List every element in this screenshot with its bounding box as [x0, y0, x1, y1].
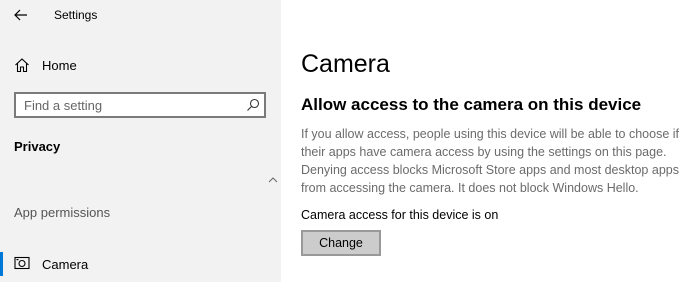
sidebar-item-label: Camera	[42, 257, 89, 272]
search-input[interactable]	[24, 97, 234, 113]
section-title: Privacy	[14, 139, 61, 154]
title-bar: Settings	[0, 0, 281, 30]
section-heading: Allow access to the camera on this devic…	[301, 95, 642, 114]
group-label: App permissions	[14, 205, 111, 220]
home-icon	[15, 58, 29, 73]
app-title: Settings	[54, 8, 98, 22]
back-button[interactable]	[8, 3, 34, 27]
camera-icon	[14, 256, 30, 270]
selection-indicator	[0, 252, 3, 276]
sidebar: Settings Home Privacy App permissions Ca…	[0, 0, 281, 282]
chevron-up-icon[interactable]	[268, 176, 278, 184]
sidebar-item-camera[interactable]: Camera	[0, 250, 281, 278]
search-box[interactable]	[14, 92, 266, 118]
access-status: Camera access for this device is on	[301, 208, 499, 222]
nav-home[interactable]: Home	[0, 52, 281, 78]
search-icon[interactable]	[246, 98, 260, 112]
change-button[interactable]: Change	[301, 230, 381, 256]
main-content: Camera Allow access to the camera on thi…	[281, 0, 700, 282]
nav-home-label: Home	[42, 58, 77, 73]
page-title: Camera	[301, 50, 390, 78]
description-text: If you allow access, people using this d…	[301, 127, 679, 195]
back-arrow-icon	[14, 9, 27, 21]
